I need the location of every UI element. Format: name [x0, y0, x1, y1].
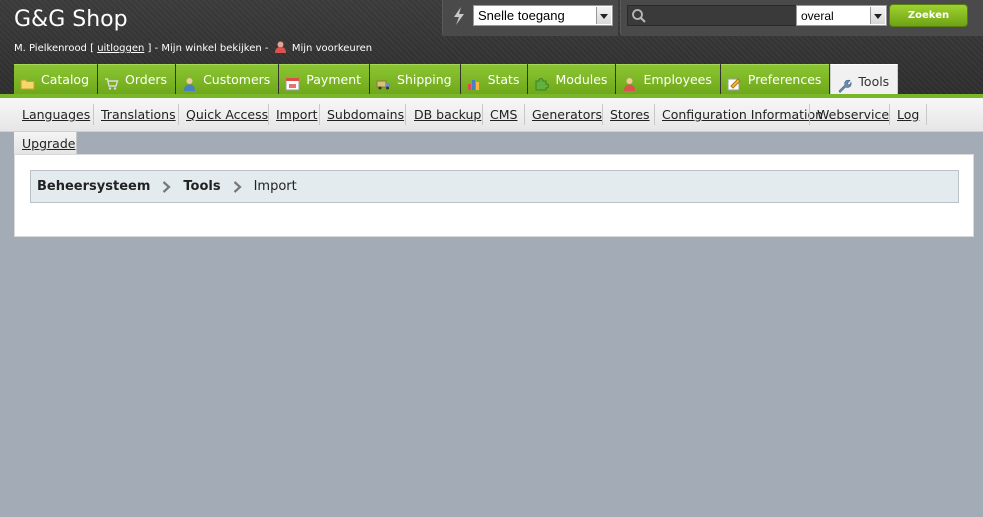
tab-payment[interactable]: Payment — [279, 64, 370, 94]
payment-icon — [285, 73, 300, 90]
tab-preferences[interactable]: Preferences — [720, 64, 830, 94]
subtab-generators[interactable]: Generators — [532, 107, 602, 122]
subtab-divider — [319, 104, 320, 125]
tab-modules[interactable]: Modules — [528, 64, 616, 94]
breadcrumb: Beheersysteem Tools Import — [30, 170, 959, 203]
subtab-cms[interactable]: CMS — [490, 107, 517, 122]
bracket-open: [ — [90, 43, 94, 54]
tab-label: Payment — [306, 71, 362, 87]
quick-access-value: Snelle toegang — [478, 8, 565, 23]
tab-stats[interactable]: Stats — [460, 64, 528, 94]
bracket-close: ] — [147, 43, 152, 54]
tab-shipping[interactable]: Shipping — [370, 64, 460, 94]
subtab-divider — [482, 104, 483, 125]
separator: - — [264, 43, 269, 54]
subtab-languages[interactable]: Languages — [22, 107, 90, 122]
subtab-bar: Languages Translations Quick Access Impo… — [0, 98, 983, 132]
breadcrumb-item[interactable]: Tools — [183, 179, 220, 194]
tab-orders[interactable]: Orders — [98, 64, 176, 94]
subtab-quick-access[interactable]: Quick Access — [186, 107, 268, 122]
separator: - — [154, 43, 159, 54]
subtab-configuration-information[interactable]: Configuration Information — [662, 107, 823, 122]
header-bar: G&G Shop M. Pielkenrood [ uitloggen ] - … — [0, 0, 983, 98]
tab-customers[interactable]: Customers — [176, 64, 279, 94]
subtab-divider — [524, 104, 525, 125]
search-button[interactable]: Zoeken — [889, 4, 968, 27]
bar-chart-icon — [467, 73, 482, 90]
tab-label: Stats — [487, 71, 520, 87]
user-icon — [182, 73, 197, 91]
subtab-divider — [654, 104, 655, 125]
search-scope-select[interactable]: overal — [796, 5, 887, 26]
chevron-right-icon — [162, 180, 172, 193]
search-scope-value: overal — [801, 9, 834, 23]
puzzle-icon — [534, 73, 550, 90]
subtab-divider — [809, 104, 810, 125]
subtab-divider — [926, 104, 927, 125]
preferences-icon — [274, 41, 287, 53]
subtab-divider — [602, 104, 603, 125]
breadcrumb-item[interactable]: Beheersysteem — [37, 179, 150, 194]
tab-label: Shipping — [397, 71, 452, 87]
tab-label: Customers — [203, 71, 271, 87]
subtab-row-2: Upgrade — [14, 132, 77, 154]
user-line: M. Pielkenrood [ uitloggen ] - Mijn wink… — [14, 41, 372, 54]
wrench-icon — [837, 75, 852, 93]
subtab-translations[interactable]: Translations — [101, 107, 176, 122]
tab-employees[interactable]: Employees — [616, 64, 720, 94]
tab-label: Catalog — [41, 71, 90, 87]
shop-name: G&G Shop — [14, 7, 128, 32]
subtab-upgrade[interactable]: Upgrade — [22, 136, 75, 151]
subtab-log[interactable]: Log — [897, 107, 919, 122]
tab-catalog[interactable]: Catalog — [14, 64, 98, 94]
chevron-down-icon[interactable] — [596, 7, 611, 24]
subtab-stores[interactable]: Stores — [610, 107, 650, 122]
main-tabs: Catalog Orders Customers Payment Shippin… — [14, 64, 899, 98]
my-preferences-link[interactable]: Mijn voorkeuren — [292, 43, 372, 54]
breadcrumb-current: Import — [253, 179, 297, 194]
subtab-divider — [405, 104, 406, 125]
subtab-import[interactable]: Import — [276, 107, 318, 122]
employee-icon — [622, 73, 637, 91]
tab-label: Preferences — [747, 71, 822, 87]
folder-icon — [20, 73, 35, 89]
truck-icon — [376, 73, 391, 89]
subtab-divider — [268, 104, 269, 125]
subtab-webservice[interactable]: Webservice — [817, 107, 889, 122]
tab-label: Orders — [125, 71, 168, 87]
view-shop-link[interactable]: Mijn winkel bekijken — [161, 43, 261, 54]
search-icon — [631, 8, 647, 24]
logout-link[interactable]: uitloggen — [97, 43, 144, 54]
search-input[interactable] — [627, 5, 801, 26]
subtab-divider — [178, 104, 179, 125]
preferences-icon — [727, 73, 742, 90]
chevron-right-icon — [233, 180, 242, 193]
quick-access-box: Snelle toegang — [442, 0, 618, 36]
user-name: M. Pielkenrood — [14, 43, 87, 54]
quick-access-select[interactable]: Snelle toegang — [473, 5, 613, 26]
subtab-subdomains[interactable]: Subdomains — [327, 107, 404, 122]
cart-icon — [104, 73, 119, 90]
tab-label: Modules — [555, 71, 608, 87]
subtab-db-backup[interactable]: DB backup — [414, 107, 481, 122]
search-box: overal Zoeken — [620, 0, 983, 36]
chevron-down-icon[interactable] — [870, 7, 885, 24]
content-panel: Beheersysteem Tools Import — [14, 154, 974, 237]
subtab-divider — [93, 104, 94, 125]
subtab-divider — [889, 104, 890, 125]
lightning-icon — [452, 7, 466, 25]
tab-tools[interactable]: Tools — [830, 64, 899, 98]
tab-label: Tools — [858, 73, 890, 89]
tab-label: Employees — [643, 71, 712, 87]
